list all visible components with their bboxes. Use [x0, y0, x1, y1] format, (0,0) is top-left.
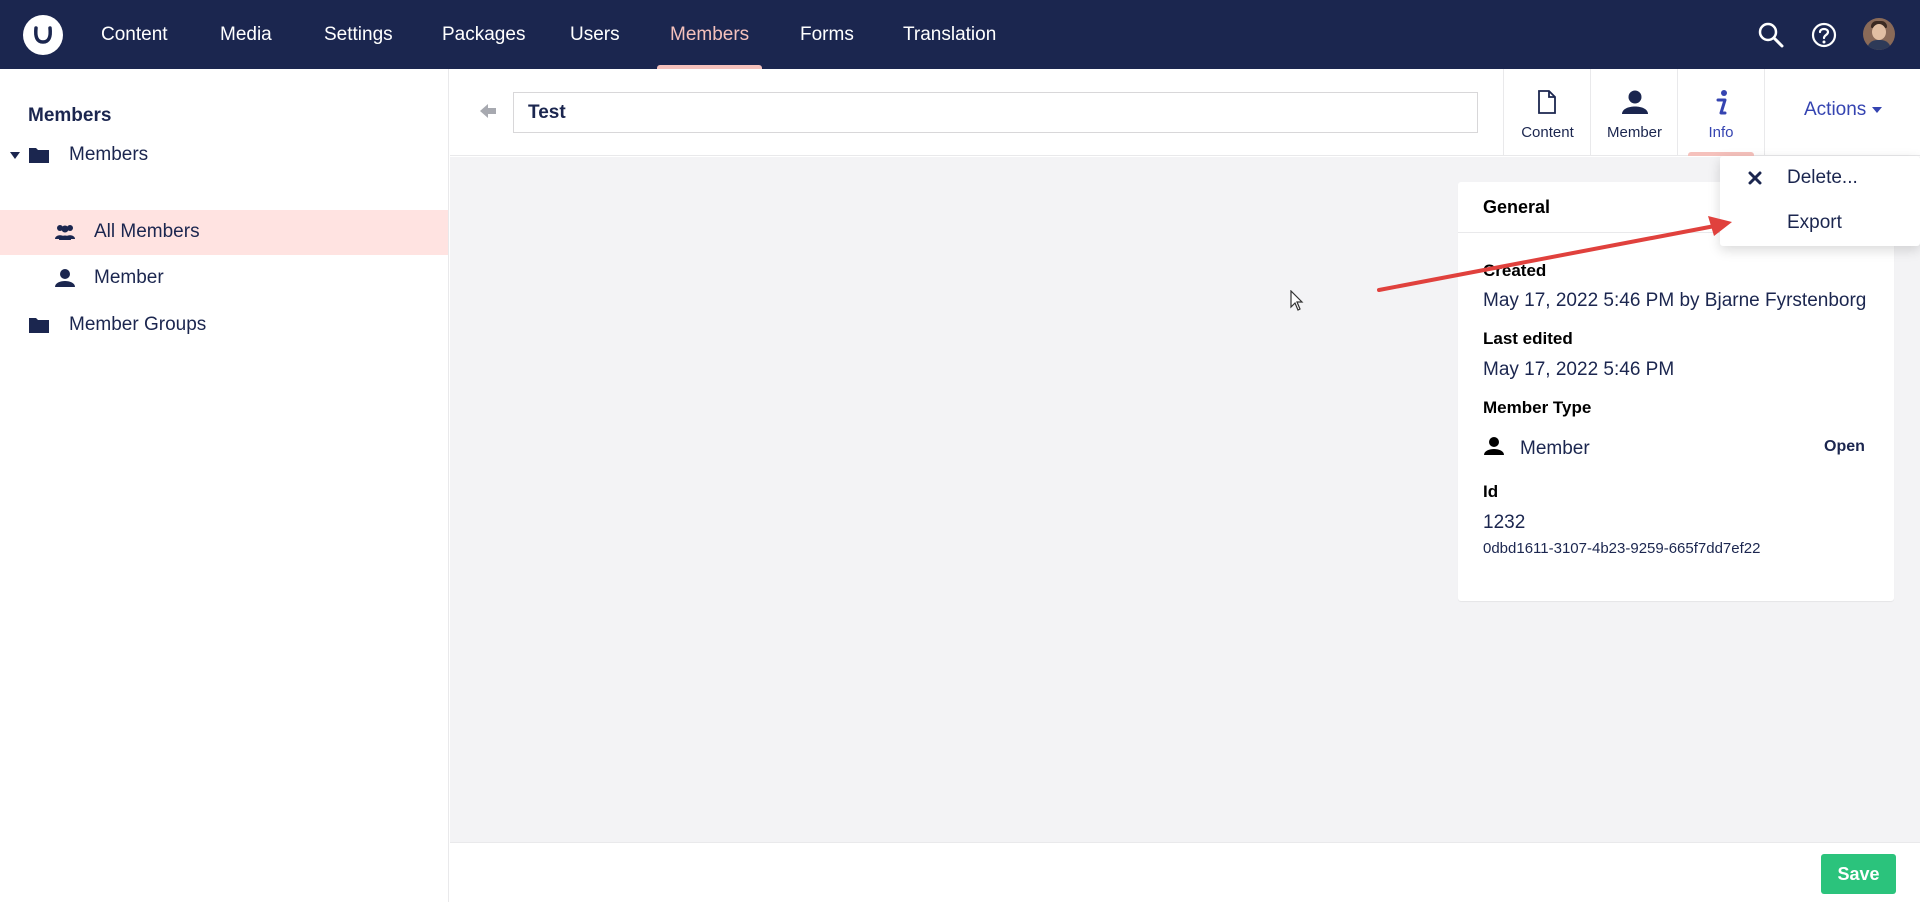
nav-members[interactable]: Members	[656, 0, 763, 69]
save-button[interactable]: Save	[1821, 854, 1896, 894]
user-icon	[1483, 436, 1505, 461]
user-icon	[54, 268, 76, 293]
name-input[interactable]	[513, 92, 1478, 133]
close-icon	[1748, 171, 1762, 185]
nav-media[interactable]: Media	[220, 0, 272, 69]
menu-item-label: Delete...	[1787, 167, 1858, 188]
editor-footer: Save	[450, 842, 1920, 902]
last-edited-label: Last edited	[1483, 329, 1573, 348]
arrow-left-icon[interactable]	[478, 101, 498, 121]
nav-settings[interactable]: Settings	[324, 0, 393, 69]
tab-label: Member	[1606, 124, 1662, 141]
nav-packages[interactable]: Packages	[442, 0, 525, 69]
sidebar: Members Members All Members Member Membe…	[0, 69, 449, 902]
id-label: Id	[1483, 482, 1499, 501]
tab-member[interactable]: Member	[1590, 69, 1678, 156]
top-navigation: Content Media Settings Packages Users Me…	[0, 0, 1920, 69]
nav-forms[interactable]: Forms	[800, 0, 854, 69]
caret-down-icon[interactable]	[10, 152, 20, 159]
tree-item-label: Member Groups	[69, 314, 207, 335]
actions-button[interactable]: Actions	[1804, 99, 1883, 121]
folder-icon	[28, 315, 50, 340]
umbraco-logo-icon[interactable]	[23, 15, 63, 55]
last-edited-value: May 17, 2022 5:46 PM	[1483, 359, 1675, 380]
tab-info[interactable]: Info	[1677, 69, 1765, 156]
user-icon	[1622, 90, 1648, 114]
tab-label: Info	[1708, 124, 1734, 141]
help-icon[interactable]	[1809, 20, 1839, 50]
folder-icon	[28, 145, 50, 170]
document-icon	[1538, 90, 1556, 114]
tree-item-all-members[interactable]: All Members	[0, 210, 448, 255]
nav-users[interactable]: Users	[570, 0, 620, 69]
tree-item-members[interactable]: Members	[0, 133, 448, 177]
key-value: 0dbd1611-3107-4b23-9259-665f7dd7ef22	[1483, 540, 1761, 557]
open-member-type-link[interactable]: Open	[1824, 438, 1865, 456]
tree-item-label: Member	[94, 267, 164, 288]
tab-label: Content	[1521, 124, 1574, 141]
menu-item-delete[interactable]: Delete...	[1720, 156, 1920, 200]
tree-item-label: All Members	[94, 221, 200, 242]
info-icon	[1716, 90, 1727, 115]
mouse-cursor-icon	[1290, 290, 1304, 311]
tree-item-member-groups[interactable]: Member Groups	[0, 303, 448, 347]
nav-content[interactable]: Content	[101, 0, 168, 69]
users-icon	[54, 223, 76, 246]
tree-item-label: Members	[69, 144, 149, 165]
tab-content[interactable]: Content	[1503, 69, 1591, 156]
user-avatar[interactable]	[1863, 18, 1895, 50]
id-value: 1232	[1483, 512, 1526, 533]
actions-label: Actions	[1804, 99, 1867, 120]
nav-translation[interactable]: Translation	[903, 0, 996, 69]
annotation-arrow	[1377, 216, 1732, 292]
search-icon[interactable]	[1756, 20, 1786, 50]
caret-down-icon	[1872, 106, 1883, 113]
menu-item-export[interactable]: Export	[1720, 201, 1920, 245]
actions-dropdown: Delete... Export	[1720, 156, 1920, 246]
member-type-value: Member	[1520, 438, 1590, 459]
tree-item-member[interactable]: Member	[0, 256, 448, 300]
menu-item-label: Export	[1787, 212, 1842, 233]
sidebar-title: Members	[28, 105, 112, 126]
member-type-label: Member Type	[1483, 398, 1592, 417]
editor-header: Content Member Info	[450, 69, 1920, 156]
